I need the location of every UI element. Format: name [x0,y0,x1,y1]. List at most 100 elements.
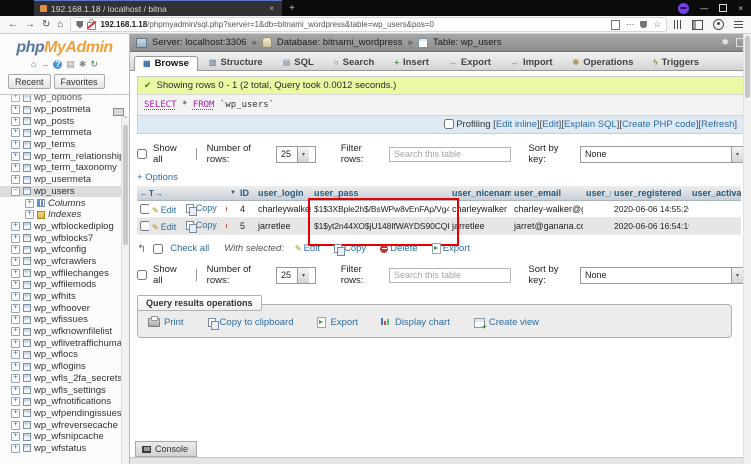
reload-button[interactable]: ↻ [42,19,50,30]
tree-expander-icon[interactable]: + [11,420,20,430]
bookmark-star-icon[interactable]: ☆ [653,19,661,30]
sidebar-table-item[interactable]: + wp_posts [0,115,129,127]
tree-expander-icon[interactable]: + [11,315,20,325]
sidebar-table-item[interactable]: + wp_wfhits [0,291,129,303]
sidebar-table-item[interactable]: + wp_wfls_settings [0,384,129,396]
with-selected-delete[interactable]: Delete [380,243,418,254]
settings-icon[interactable]: ✱ [79,60,87,69]
column-header[interactable]: user_email [511,186,584,201]
export-link[interactable]: Export [317,317,358,328]
sidebar-table-item[interactable]: + wp_wffilechanges [0,267,129,279]
delete-row-link[interactable]: Delete [226,204,228,214]
tree-expander-icon[interactable]: − [11,186,20,196]
sidebar-table-item[interactable]: + Indexes [0,209,129,221]
edit-row-link[interactable]: ✎ Edit [152,205,176,215]
display-chart-link[interactable]: Display chart [380,317,450,328]
forward-button[interactable]: → [25,19,35,30]
tree-expander-icon[interactable]: + [11,385,20,395]
sidebar-table-item[interactable]: + wp_term_relationships [0,150,129,162]
pma-tab[interactable]: ○ Search [325,55,384,70]
column-header[interactable]: user_registered [611,186,690,201]
sidebar-table-item[interactable]: + wp_wfstatus [0,443,129,455]
row-checkbox[interactable] [140,204,149,214]
print-link[interactable]: Print [148,316,184,328]
window-maximize-button[interactable] [719,4,728,12]
with-selected-copy[interactable]: Copy [333,243,366,256]
tree-expander-icon[interactable]: + [11,443,20,453]
pma-tab[interactable]: ▥ Structure [200,55,272,70]
profiling-checkbox[interactable] [443,119,454,129]
sidebar-table-item[interactable]: + wp_wfknownfilelist [0,326,129,338]
sort-caret-icon[interactable]: ▼ [227,186,238,201]
sidebar-table-item[interactable]: + Columns [0,197,129,209]
copy-to-clipboard-link[interactable]: Copy to clipboard [207,317,293,330]
breadcrumb-table-link[interactable]: Table: wp_users [433,37,502,48]
sidebar-table-item[interactable]: + wp_wffilemods [0,279,129,291]
options-toggle-link[interactable]: + Options [137,172,178,183]
tab-close-icon[interactable]: × [267,4,276,13]
tree-expander-icon[interactable]: + [11,432,20,442]
address-bar[interactable]: 192.168.1.18/phpmyadmin/sql.php?server=1… [70,17,667,32]
tree-expander-icon[interactable]: + [11,95,20,103]
hamburger-menu-icon[interactable] [734,21,743,28]
new-tab-button[interactable]: + [282,0,302,16]
page-scrollbar-thumb[interactable] [745,36,750,98]
tracking-shield-icon[interactable] [76,20,84,29]
sidebar-table-item[interactable]: + wp_wfblockediplog [0,221,129,233]
tree-expander-icon[interactable]: + [11,140,20,150]
sidebar-table-item[interactable]: + wp_wfblocks7 [0,232,129,244]
help-icon[interactable]: ? [53,60,63,69]
table-search-input[interactable] [388,146,511,162]
sidebar-table-item[interactable]: − wp_users [0,185,129,198]
column-header[interactable]: user_pass [311,186,450,201]
tree-expander-icon[interactable]: + [11,350,20,360]
check-all-label[interactable]: Check all [170,243,209,254]
column-header[interactable]: user_url [583,186,612,201]
pma-tab[interactable]: + Insert [385,55,438,70]
tree-expander-icon[interactable]: + [11,303,20,313]
logout-icon[interactable]: → [40,60,49,69]
tree-expander-icon[interactable]: + [11,105,20,115]
reload-nav-icon[interactable]: ↻ [90,60,98,69]
favorites-tables-button[interactable]: Favorites [53,74,105,89]
column-header[interactable]: user_activation_ [689,186,742,201]
window-close-button[interactable]: × [738,4,743,13]
with-selected-export[interactable]: Export [431,243,470,254]
sidebar-table-item[interactable]: + wp_postmeta [0,104,129,116]
sql-keyword-from[interactable]: FROM [193,100,215,110]
pma-tab[interactable]: → Export [440,55,500,70]
sidebar-table-item[interactable]: + wp_wflogins [0,361,129,373]
row-checkbox[interactable] [140,221,149,231]
tree-expander-icon[interactable]: + [11,116,20,126]
library-icon[interactable] [674,20,682,29]
delete-row-link[interactable]: Delete [226,221,228,231]
sidebar-table-item[interactable]: + wp_wfnotifications [0,396,129,408]
tree-expander-icon[interactable]: + [11,163,20,173]
sidebar-table-item[interactable]: + wp_terms [0,139,129,151]
pma-tab[interactable]: ← Import [502,55,562,70]
back-button[interactable]: ← [8,19,18,30]
tree-expander-icon[interactable]: + [11,128,20,138]
tree-expander-icon[interactable]: + [25,198,34,208]
tree-expander-icon[interactable]: + [11,233,20,243]
reader-mode-icon[interactable] [610,19,620,30]
sidebar-table-item[interactable]: + wp_term_taxonomy [0,162,129,174]
pocket-icon[interactable] [640,21,648,28]
pma-tab[interactable]: ϟ Triggers [644,55,708,70]
sidebar-table-item[interactable]: + wp_wfhoover [0,302,129,314]
breadcrumb-server-link[interactable]: Server: localhost:3306 [152,37,247,48]
check-all-checkbox[interactable] [153,243,164,254]
browser-tab[interactable]: 192.168.1.18 / localhost / bitna × [34,0,282,16]
insecure-lock-icon[interactable] [87,18,97,30]
page-actions-icon[interactable]: ⋯ [626,19,635,30]
number-of-rows-select[interactable]: 25 ▾ [276,145,316,163]
home-icon[interactable]: ⌂ [31,60,36,69]
pma-tab[interactable]: ✱ Operations [564,55,643,70]
tree-expander-icon[interactable]: + [11,245,20,255]
tree-expander-icon[interactable]: + [11,268,20,278]
tree-expander-icon[interactable]: + [11,362,20,372]
copy-row-link[interactable]: Copy [185,220,217,233]
column-header[interactable]: ID [237,186,256,201]
page-scrollbar[interactable] [743,34,751,464]
sort-by-key-select[interactable]: None ▾ [580,145,744,163]
